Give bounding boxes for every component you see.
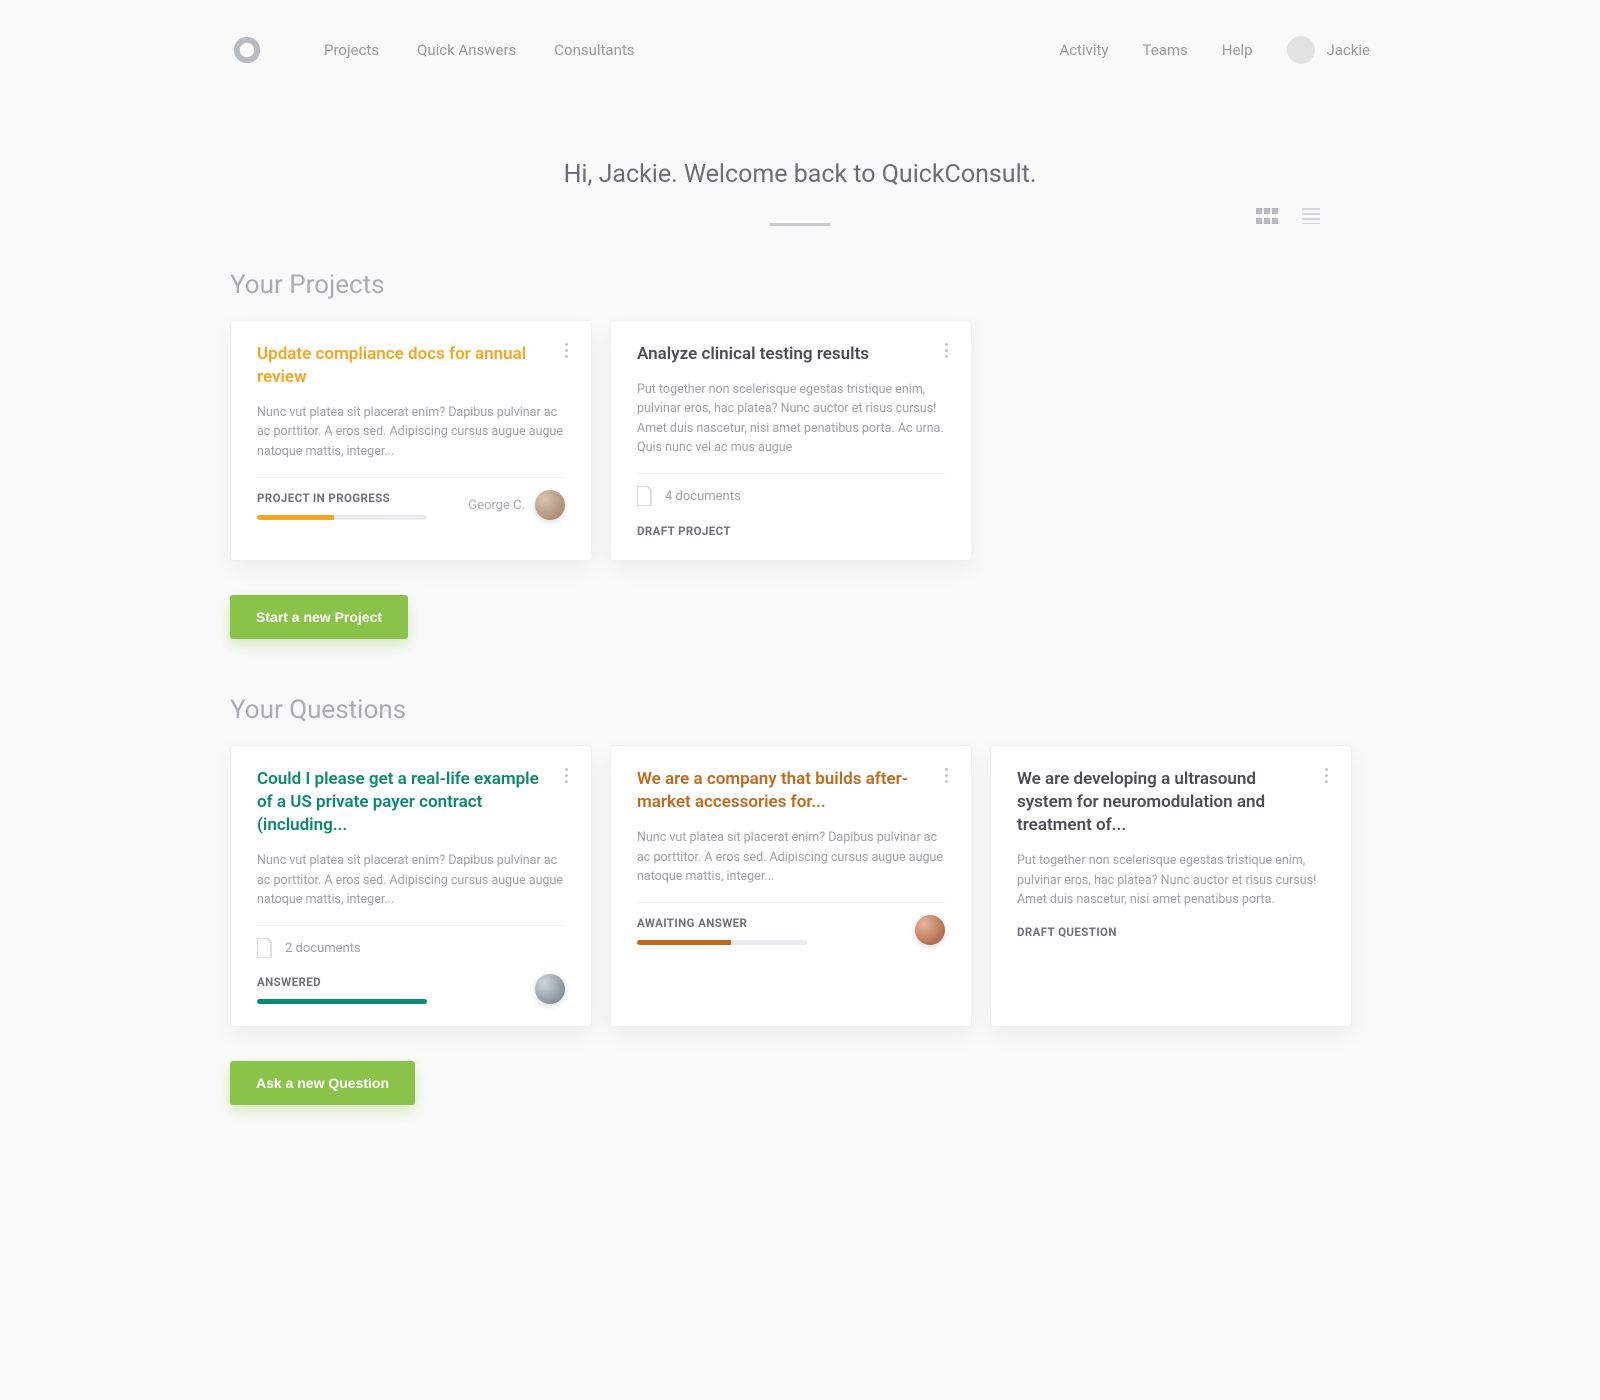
avatar — [915, 915, 945, 945]
progress-bar — [637, 940, 807, 945]
kebab-icon[interactable] — [937, 764, 955, 786]
card-title: Update compliance docs for annual review — [257, 343, 565, 389]
card-desc: Nunc vut platea sit placerat enim? Dapib… — [637, 828, 945, 886]
kebab-icon[interactable] — [557, 764, 575, 786]
user-name: Jackie — [1327, 41, 1371, 59]
assignee — [915, 915, 945, 945]
nav-activity[interactable]: Activity — [1059, 41, 1108, 59]
nav-consultants[interactable]: Consultants — [554, 41, 634, 59]
start-project-button[interactable]: Start a new Project — [230, 595, 408, 639]
kebab-icon[interactable] — [557, 339, 575, 361]
document-icon — [637, 486, 653, 506]
nav-right: Activity Teams Help Jackie — [1059, 36, 1370, 64]
document-icon — [257, 938, 273, 958]
divider — [257, 925, 565, 926]
logo[interactable] — [230, 33, 264, 67]
divider — [637, 902, 945, 903]
nav-quick-answers[interactable]: Quick Answers — [417, 41, 516, 59]
documents: 4 documents — [637, 486, 945, 506]
questions-title: Your Questions — [230, 695, 1370, 725]
welcome-title: Hi, Jackie. Welcome back to QuickConsult… — [230, 160, 1370, 189]
avatar — [1287, 36, 1315, 64]
assignee: George C. — [468, 490, 565, 520]
card-title: Analyze clinical testing results — [637, 343, 945, 366]
documents-count: 2 documents — [285, 941, 361, 956]
status-label: DRAFT PROJECT — [637, 524, 945, 538]
progress-bar — [257, 515, 427, 520]
assignee-name: George C. — [468, 498, 525, 513]
project-card[interactable]: Analyze clinical testing results Put tog… — [610, 320, 972, 561]
nav-help[interactable]: Help — [1222, 41, 1253, 59]
grid-view-icon[interactable] — [1256, 208, 1278, 224]
avatar — [535, 974, 565, 1004]
status-label: ANSWERED — [257, 975, 535, 989]
avatar — [535, 490, 565, 520]
card-desc: Nunc vut platea sit placerat enim? Dapib… — [257, 403, 565, 461]
project-cards: Update compliance docs for annual review… — [230, 320, 1370, 561]
top-nav: Projects Quick Answers Consultants Activ… — [230, 0, 1370, 100]
divider — [637, 473, 945, 474]
divider — [257, 477, 565, 478]
projects-title: Your Projects — [230, 270, 1370, 300]
card-title: We are a company that builds after-marke… — [637, 768, 945, 814]
card-title: We are developing a ultrasound system fo… — [1017, 768, 1325, 837]
user-menu[interactable]: Jackie — [1287, 36, 1371, 64]
list-view-icon[interactable] — [1302, 208, 1320, 224]
documents-count: 4 documents — [665, 489, 741, 504]
progress-bar — [257, 999, 427, 1004]
status-label: PROJECT IN PROGRESS — [257, 491, 427, 505]
nav-teams[interactable]: Teams — [1143, 41, 1188, 59]
question-card[interactable]: Could I please get a real-life example o… — [230, 745, 592, 1027]
project-card[interactable]: Update compliance docs for annual review… — [230, 320, 592, 561]
card-desc: Put together non scelerisque egestas tri… — [637, 380, 945, 458]
card-desc: Nunc vut platea sit placerat enim? Dapib… — [257, 851, 565, 909]
status-label: DRAFT QUESTION — [1017, 925, 1325, 939]
kebab-icon[interactable] — [1317, 764, 1335, 786]
question-card[interactable]: We are developing a ultrasound system fo… — [990, 745, 1352, 1027]
ask-question-button[interactable]: Ask a new Question — [230, 1061, 415, 1105]
question-card[interactable]: We are a company that builds after-marke… — [610, 745, 972, 1027]
nav-left: Projects Quick Answers Consultants — [324, 41, 635, 59]
status-label: AWAITING ANSWER — [637, 916, 915, 930]
kebab-icon[interactable] — [937, 339, 955, 361]
card-title: Could I please get a real-life example o… — [257, 768, 565, 837]
assignee — [535, 974, 565, 1004]
nav-projects[interactable]: Projects — [324, 41, 379, 59]
documents: 2 documents — [257, 938, 565, 958]
card-desc: Put together non scelerisque egestas tri… — [1017, 851, 1325, 909]
question-cards: Could I please get a real-life example o… — [230, 745, 1370, 1027]
view-toggle — [230, 208, 1370, 224]
